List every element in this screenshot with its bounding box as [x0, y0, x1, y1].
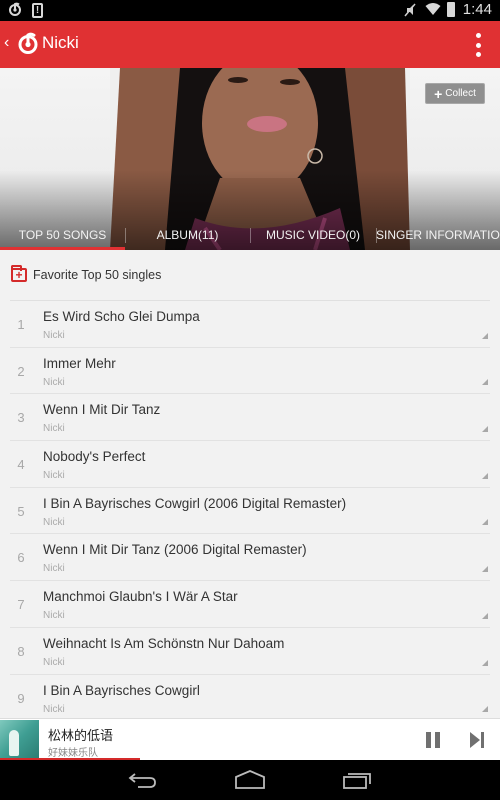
status-bar: ! 1:44	[0, 0, 500, 21]
page-title: Nicki	[42, 33, 79, 52]
song-title: I Bin A Bayrisches Cowgirl	[43, 682, 200, 698]
folder-add-icon: +	[11, 265, 27, 282]
song-title: Weihnacht Is Am Schönstn Nur Dahoam	[43, 635, 285, 651]
song-row[interactable]: 7 Manchmoi Glaubn's I Wär A Star Nicki	[10, 581, 490, 628]
song-rank: 3	[17, 410, 25, 426]
favorite-top-50-button[interactable]: + Favorite Top 50 singles	[0, 250, 500, 300]
song-title: Es Wird Scho Glei Dumpa	[43, 309, 200, 324]
wifi-icon	[425, 2, 441, 18]
song-rank: 1	[17, 317, 25, 332]
song-title: Wenn I Mit Dir Tanz	[43, 402, 161, 418]
song-list: + Favorite Top 50 singles 1 Es Wird Scho…	[0, 250, 500, 718]
song-row[interactable]: 1 Es Wird Scho Glei Dumpa Nicki	[10, 301, 490, 348]
song-rank: 9	[17, 690, 25, 706]
mute-icon	[403, 2, 417, 18]
song-artist: Nicki	[43, 470, 65, 482]
favorite-label: Favorite Top 50 singles	[33, 268, 162, 282]
song-rank: 6	[17, 550, 25, 566]
tab-label: TOP 50 SONGS	[18, 228, 107, 242]
song-artist: Nicki	[43, 330, 65, 341]
app-bar: ‹ Nicki	[0, 21, 500, 68]
more-options-icon[interactable]	[482, 519, 488, 526]
song-row[interactable]: 6 Wenn I Mit Dir Tanz (2006 Digital Rema…	[10, 534, 490, 582]
song-artist: Nicki	[43, 703, 65, 715]
screen: ! 1:44 ‹ Nicki + Collect TOP 50 SONGS AL…	[0, 0, 500, 800]
more-options-icon[interactable]	[482, 659, 488, 666]
tab-label: ALBUM(11)	[156, 228, 219, 242]
song-title: I Bin A Bayrisches Cowgirl (2006 Digital…	[43, 495, 347, 511]
song-row[interactable]: 2 Immer Mehr Nicki	[10, 348, 490, 395]
song-row[interactable]: 5 I Bin A Bayrisches Cowgirl (2006 Digit…	[10, 488, 490, 535]
artist-hero: + Collect	[0, 68, 500, 250]
more-options-icon[interactable]	[482, 612, 488, 619]
tab-bar: TOP 50 SONGS ALBUM(11) MUSIC VIDEO(0) SI…	[0, 224, 500, 250]
song-row[interactable]: 4 Nobody's Perfect Nicki	[10, 441, 490, 488]
battery-icon	[446, 2, 455, 17]
more-options-icon[interactable]	[482, 332, 488, 339]
tab-separator	[376, 228, 377, 243]
song-title: Manchmoi Glaubn's I Wär A Star	[43, 589, 238, 605]
song-rank: 8	[17, 643, 25, 659]
song-rank: 2	[17, 363, 25, 379]
mini-player[interactable]: 松林的低语 好妹妹乐队	[0, 718, 500, 760]
song-rank: 7	[17, 597, 25, 613]
song-rank: 5	[17, 503, 25, 519]
alert-icon: !	[32, 2, 43, 18]
nav-home-icon[interactable]	[235, 770, 265, 790]
song-row[interactable]: 3 Wenn I Mit Dir Tanz Nicki	[10, 394, 490, 442]
song-artist: Nicki	[43, 376, 65, 388]
song-title: Immer Mehr	[43, 355, 116, 371]
tab-top-50-songs[interactable]: TOP 50 SONGS	[0, 224, 125, 250]
tab-music-video[interactable]: MUSIC VIDEO(0)	[250, 224, 376, 250]
more-options-icon[interactable]	[482, 426, 488, 433]
song-rank: 4	[17, 457, 25, 473]
song-title: Wenn I Mit Dir Tanz (2006 Digital Remast…	[43, 542, 307, 558]
song-artist: Nicki	[43, 516, 65, 528]
skip-next-icon[interactable]	[470, 732, 484, 748]
more-options-icon[interactable]	[482, 379, 488, 386]
plus-icon: +	[434, 85, 443, 102]
back-chevron-icon[interactable]: ‹	[4, 34, 9, 52]
clock: 1:44	[462, 1, 492, 18]
pause-icon[interactable]	[426, 732, 440, 748]
nav-back-icon[interactable]	[128, 770, 158, 790]
song-artist: Nicki	[43, 656, 65, 668]
song-row[interactable]: 8 Weihnacht Is Am Schönstn Nur Dahoam Ni…	[10, 628, 490, 675]
collect-button[interactable]: + Collect	[425, 83, 485, 104]
album-art[interactable]	[0, 720, 39, 758]
now-playing-artist: 好妹妹乐队	[48, 748, 98, 759]
system-nav-bar	[0, 760, 500, 800]
song-artist: Nicki	[43, 610, 65, 622]
tab-label: SINGER INFORMATION	[376, 228, 500, 242]
tab-album[interactable]: ALBUM(11)	[125, 224, 250, 250]
more-options-icon[interactable]	[482, 566, 488, 573]
song-artist: Nicki	[43, 423, 65, 435]
tab-label: MUSIC VIDEO(0)	[265, 228, 360, 242]
song-title: Nobody's Perfect	[43, 449, 146, 465]
song-artist: Nicki	[43, 563, 65, 575]
tab-separator	[125, 228, 126, 243]
tab-separator	[250, 228, 251, 243]
now-playing-title: 松林的低语	[48, 728, 114, 743]
more-options-icon[interactable]	[482, 472, 488, 479]
netease-music-icon	[8, 2, 22, 18]
overflow-menu-icon[interactable]	[474, 33, 482, 57]
song-row[interactable]: 9 I Bin A Bayrisches Cowgirl Nicki	[10, 675, 490, 719]
more-options-icon[interactable]	[482, 706, 488, 713]
nav-recents-icon[interactable]	[343, 770, 373, 790]
netease-music-logo-icon[interactable]	[16, 31, 40, 55]
tab-singer-information[interactable]: SINGER INFORMATION	[376, 224, 500, 250]
collect-label: Collect	[445, 88, 476, 99]
